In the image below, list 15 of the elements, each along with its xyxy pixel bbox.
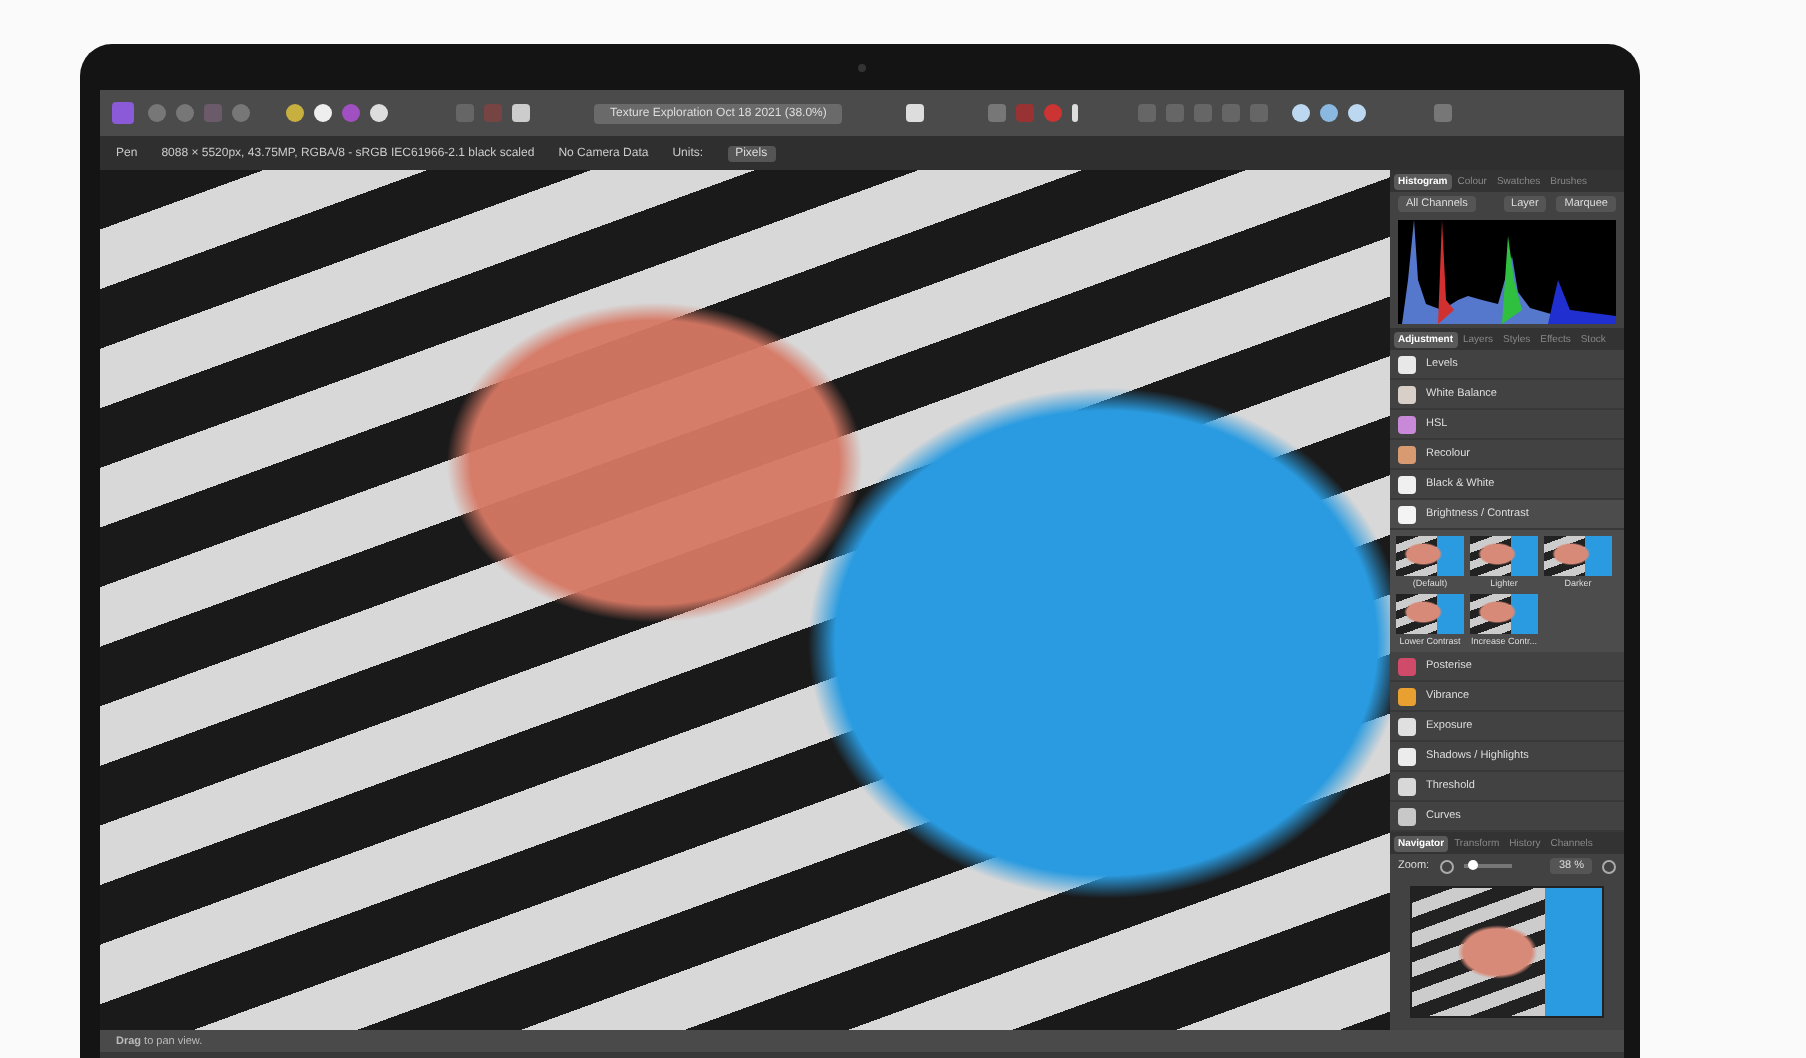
preset-thumbnail[interactable] [1470, 594, 1538, 634]
zoom-out-icon[interactable] [1439, 859, 1454, 873]
square-icon[interactable] [512, 104, 530, 122]
circle-icon[interactable] [1292, 104, 1311, 122]
app-logo-icon[interactable] [112, 102, 134, 124]
circle-icon[interactable] [370, 104, 388, 122]
circle-icon[interactable] [1320, 104, 1339, 122]
preset-thumbnail[interactable] [1470, 536, 1538, 576]
square-icon[interactable] [906, 104, 925, 122]
preset-thumbnail[interactable] [1544, 536, 1612, 576]
preset-thumbnail[interactable] [1396, 536, 1464, 576]
zoom-in-icon[interactable] [1602, 859, 1616, 873]
preset-thumbnail[interactable] [1396, 594, 1464, 634]
circle-icon[interactable] [1348, 104, 1367, 122]
slider-thumb[interactable] [1468, 860, 1479, 870]
